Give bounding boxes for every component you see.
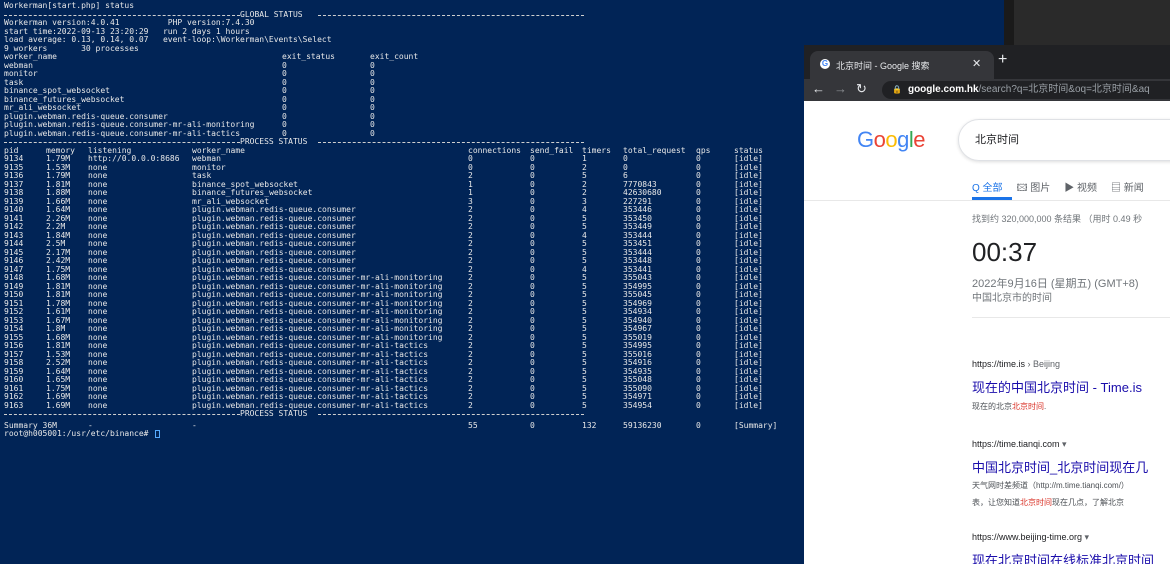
search-query: 北京时间 xyxy=(975,134,1019,146)
separator-line xyxy=(318,142,584,143)
back-icon[interactable]: ← xyxy=(812,81,825,97)
search-input[interactable]: 北京时间 xyxy=(958,119,1170,161)
separator-line xyxy=(4,414,240,415)
process-cell: 0 xyxy=(530,400,535,410)
url-path: /search?q=北京时间&oq=北京时间&aq xyxy=(978,84,1150,95)
process-cell: plugin.webman.redis-queue.consumer-mr-al… xyxy=(192,400,429,410)
summary-cell: 0 xyxy=(696,420,701,430)
process-cell: 9163 xyxy=(4,400,24,410)
separator-line xyxy=(4,14,240,16)
card-divider xyxy=(972,317,1170,318)
browser-tab[interactable]: G 北京时间 - Google 搜索 ✕ xyxy=(810,51,994,79)
result-title[interactable]: 现在的中国北京时间 - Time.is xyxy=(972,377,1142,396)
process-column-header: total_request xyxy=(623,145,686,155)
result-snippet-line2: 表，让您知道北京时间现在几点，了解北京 xyxy=(972,498,1124,507)
result-title[interactable]: 中国北京时间_北京时间现在几 xyxy=(972,457,1148,476)
close-icon[interactable]: ✕ xyxy=(972,57,981,70)
process-cell: 5 xyxy=(582,400,587,410)
result-title[interactable]: 现在北京时间在线标准北京时间 xyxy=(972,550,1154,564)
separator-line xyxy=(318,14,584,16)
worker-cell: plugin.webman.redis-queue.consumer-mr-al… xyxy=(4,128,241,138)
result-snippet: 现在的北京北京时间. xyxy=(972,402,1047,411)
result-snippet: 天气网时差频道（http://m.time.tianqi.com/） xyxy=(972,481,1129,490)
process-cell: 2 xyxy=(468,400,473,410)
forward-icon[interactable]: → xyxy=(834,81,847,97)
process-column-header: send_fail xyxy=(530,145,574,155)
search-tabs: Q 全部 🖾 图片 ▶ 视频 ▤ 新闻 xyxy=(972,179,1158,198)
google-favicon-icon: G xyxy=(820,59,830,69)
time-location: 中国北京市的时间 xyxy=(972,293,1052,304)
summary-cell: 59136230 xyxy=(623,420,662,430)
browser-toolbar: ← → ↻ 🔒 google.com.hk/search?q=北京时间&oq=北京… xyxy=(804,79,1170,101)
worker-column-header: exit_status xyxy=(282,52,335,61)
separator-label: PROCESS STATUS xyxy=(240,409,308,418)
new-tab-button[interactable]: + xyxy=(998,52,1007,68)
reload-icon[interactable]: ↻ xyxy=(856,81,867,97)
result-url[interactable]: https://time.tianqi.com ▾ xyxy=(972,439,1067,450)
worker-column-header: exit_count xyxy=(370,52,419,61)
summary-cell: [Summary] xyxy=(734,420,778,430)
tab-bar: G 北京时间 - Google 搜索 ✕ + xyxy=(804,45,1170,79)
separator-label: PROCESS STATUS xyxy=(240,137,308,146)
summary-cell: 132 xyxy=(582,420,597,430)
address-bar[interactable]: 🔒 google.com.hk/search?q=北京时间&oq=北京时间&aq xyxy=(882,81,1170,99)
process-cell: none xyxy=(88,400,108,410)
tab-all[interactable]: Q 全部 xyxy=(972,183,1003,194)
cursor xyxy=(155,430,161,439)
process-cell: 0 xyxy=(696,400,701,410)
summary-cell: - xyxy=(192,420,197,430)
worker-cell: 0 xyxy=(370,128,375,138)
url-domain: google.com.hk xyxy=(907,84,979,95)
process-cell: 354954 xyxy=(623,400,652,410)
prompt-text: root@h005001:/usr/etc/binance# xyxy=(4,430,161,439)
summary-cell: 55 xyxy=(468,420,478,430)
tab-images[interactable]: 🖾 图片 xyxy=(1017,183,1051,194)
tab-news[interactable]: ▤ 新闻 xyxy=(1111,183,1144,194)
process-column-header: connections xyxy=(468,145,521,155)
separator-line xyxy=(318,414,584,415)
tab-title: 北京时间 - Google 搜索 xyxy=(836,61,930,71)
browser-window[interactable]: G 北京时间 - Google 搜索 ✕ + ← → ↻ 🔒 google.com… xyxy=(804,45,1170,564)
result-url[interactable]: https://www.beijing-time.org ▾ xyxy=(972,532,1089,543)
process-cell: [idle] xyxy=(734,400,763,410)
divider xyxy=(804,200,1170,201)
lock-icon: 🔒 xyxy=(892,85,902,94)
google-logo[interactable]: Google xyxy=(857,127,926,153)
result-url[interactable]: https://time.is › Beijing xyxy=(972,359,1060,369)
current-time: 00:37 xyxy=(972,237,1038,267)
process-cell: 1.69M xyxy=(46,400,71,410)
separator-line xyxy=(4,142,240,143)
result-stats: 找到约 320,000,000 条结果 （用时 0.49 秒 xyxy=(972,214,1143,224)
terminal-header-text: Workerman[start.php] status xyxy=(4,1,135,10)
background-strip xyxy=(1014,0,1170,45)
summary-cell: 0 xyxy=(530,420,535,430)
tab-videos[interactable]: ▶ 视频 xyxy=(1064,183,1097,194)
